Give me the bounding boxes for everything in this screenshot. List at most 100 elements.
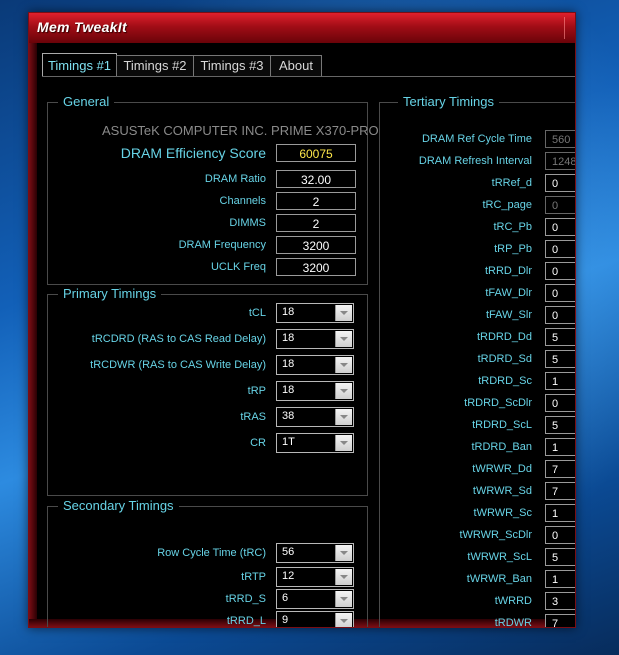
label-trtp: tRTP	[241, 571, 266, 583]
general-group: General ASUSTeK COMPUTER INC. PRIME X370…	[47, 94, 379, 285]
label-dram-ref-cycle-time: DRAM Ref Cycle Time	[421, 133, 532, 145]
label-uclk-freq: UCLK Freq	[210, 261, 266, 273]
label-dram-ratio: DRAM Ratio	[204, 173, 266, 185]
label-trdrd-dd: tRDRD_Dd	[476, 331, 532, 343]
label-twrrd: tWRRD	[494, 595, 532, 607]
chevron-down-icon[interactable]	[335, 331, 352, 347]
label-trdwr: tRDWR	[494, 617, 532, 628]
label-trref-d: tRRef_d	[491, 177, 532, 189]
label-dram-refresh-interval: DRAM Refresh Interval	[418, 155, 532, 167]
label-trcdrd-ras-to-cas-read-delay: tRCDRD (RAS to CAS Read Delay)	[91, 333, 266, 345]
chevron-down-icon[interactable]	[335, 435, 352, 451]
combo-row-cycle-time-trc[interactable]: 56	[276, 543, 354, 563]
label-trp-pb: tRP_Pb	[494, 243, 532, 255]
label-cr: CR	[250, 437, 266, 449]
label-trdrd-ban: tRDRD_Ban	[471, 441, 532, 453]
combo-cr[interactable]: 1T	[276, 433, 354, 453]
value-trdrd-sc[interactable]: 1	[545, 372, 575, 390]
combo-tcl[interactable]: 18	[276, 303, 354, 323]
tab-about[interactable]: About	[270, 55, 322, 76]
label-twrwr-scl: tWRWR_ScL	[467, 551, 532, 563]
window-title: Mem TweakIt	[37, 19, 127, 35]
chevron-down-icon[interactable]	[335, 383, 352, 399]
tertiary-timings-group: Tertiary Timings DRAM Ref Cycle Time 560 D…	[379, 94, 575, 628]
value-trrd-dlr[interactable]: 0	[545, 262, 575, 280]
value-twrwr-sd[interactable]: 7	[545, 482, 575, 500]
value-trp-pb[interactable]: 0	[545, 240, 575, 258]
chevron-down-icon[interactable]	[335, 409, 352, 425]
value-trdrd-ban[interactable]: 1	[545, 438, 575, 456]
value-dram-ref-cycle-time: 560	[545, 130, 575, 148]
tab-timings-2[interactable]: Timings #2	[116, 55, 194, 76]
chevron-down-icon[interactable]	[335, 613, 352, 627]
chevron-down-icon[interactable]	[335, 545, 352, 561]
combo-trcdwr-ras-to-cas-write-delay[interactable]: 18	[276, 355, 354, 375]
combo-value: 18	[282, 306, 295, 318]
value-trref-d[interactable]: 0	[545, 174, 575, 192]
value-trc-pb[interactable]: 0	[545, 218, 575, 236]
combo-value: 18	[282, 358, 295, 370]
value-twrwr-scdlr[interactable]: 0	[545, 526, 575, 544]
window-frame-left	[29, 43, 37, 627]
value-dram-frequency: 3200	[276, 236, 356, 254]
value-trdrd-scl[interactable]: 5	[545, 416, 575, 434]
primary-timings-group: Primary Timings tCL 18 tRCDRD (RAS to CAS …	[47, 286, 368, 496]
label-dram-frequency: DRAM Frequency	[178, 239, 266, 251]
label-trrd-s: tRRD_S	[225, 593, 266, 605]
label-trdrd-sc: tRDRD_Sc	[478, 375, 532, 387]
combo-trtp[interactable]: 12	[276, 567, 354, 587]
value-channels: 2	[276, 192, 356, 210]
title-bar[interactable]: Mem TweakIt	[29, 13, 575, 43]
label-trcdwr-ras-to-cas-write-delay: tRCDWR (RAS to CAS Write Delay)	[90, 359, 266, 371]
app-window: Mem TweakIt Timings #1 Timings #2 Timing…	[28, 12, 576, 628]
value-tfaw-slr[interactable]: 0	[545, 306, 575, 324]
combo-value: 18	[282, 384, 295, 396]
chevron-down-icon[interactable]	[335, 357, 352, 373]
tab-timings-3[interactable]: Timings #3	[193, 55, 271, 76]
label-tcl: tCL	[248, 307, 266, 319]
value-twrwr-sc[interactable]: 1	[545, 504, 575, 522]
value-dram-refresh-interval: 12480	[545, 152, 575, 170]
label-twrwr-sc: tWRWR_Sc	[473, 507, 532, 519]
chevron-down-icon[interactable]	[335, 305, 352, 321]
value-dram-ratio: 32.00	[276, 170, 356, 188]
general-legend: General	[58, 94, 115, 110]
value-trdrd-scdlr[interactable]: 0	[545, 394, 575, 412]
label-dimms: DIMMS	[229, 217, 266, 229]
value-trdrd-sd[interactable]: 5	[545, 350, 575, 368]
client-area: Timings #1 Timings #2 Timings #3 About G…	[37, 43, 575, 627]
motherboard-name: ASUSTeK COMPUTER INC. PRIME X370-PRO	[102, 123, 379, 138]
combo-tras[interactable]: 38	[276, 407, 354, 427]
label-trc-page: tRC_page	[482, 199, 532, 211]
value-trdwr[interactable]: 7	[545, 614, 575, 627]
chevron-down-icon[interactable]	[335, 591, 352, 607]
value-twrwr-ban[interactable]: 1	[545, 570, 575, 588]
value-uclk-freq: 3200	[276, 258, 356, 276]
label-trc-pb: tRC_Pb	[493, 221, 532, 233]
tab-timings-1[interactable]: Timings #1	[42, 53, 117, 77]
value-dram-efficiency-score: 60075	[276, 144, 356, 162]
label-row-cycle-time-trc: Row Cycle Time (tRC)	[157, 547, 266, 559]
tertiary-legend: Tertiary Timings	[398, 94, 500, 110]
value-trdrd-dd[interactable]: 5	[545, 328, 575, 346]
combo-trrd-l[interactable]: 9	[276, 611, 354, 627]
value-tfaw-dlr[interactable]: 0	[545, 284, 575, 302]
label-trdrd-sd: tRDRD_Sd	[477, 353, 532, 365]
value-dimms: 2	[276, 214, 356, 232]
combo-trrd-s[interactable]: 6	[276, 589, 354, 609]
value-twrwr-dd[interactable]: 7	[545, 460, 575, 478]
combo-value: 18	[282, 332, 295, 344]
label-dram-efficiency-score: DRAM Efficiency Score	[120, 145, 266, 161]
value-twrrd[interactable]: 3	[545, 592, 575, 610]
label-trdrd-scl: tRDRD_ScL	[472, 419, 532, 431]
chevron-down-icon[interactable]	[335, 569, 352, 585]
value-twrwr-scl[interactable]: 5	[545, 548, 575, 566]
combo-value: 38	[282, 410, 295, 422]
combo-trp[interactable]: 18	[276, 381, 354, 401]
combo-trcdrd-ras-to-cas-read-delay[interactable]: 18	[276, 329, 354, 349]
combo-value: 9	[282, 614, 289, 626]
label-tras: tRAS	[240, 411, 266, 423]
label-twrwr-scdlr: tWRWR_ScDlr	[459, 529, 532, 541]
label-trp: tRP	[247, 385, 266, 397]
label-trrd-l: tRRD_L	[226, 615, 266, 627]
